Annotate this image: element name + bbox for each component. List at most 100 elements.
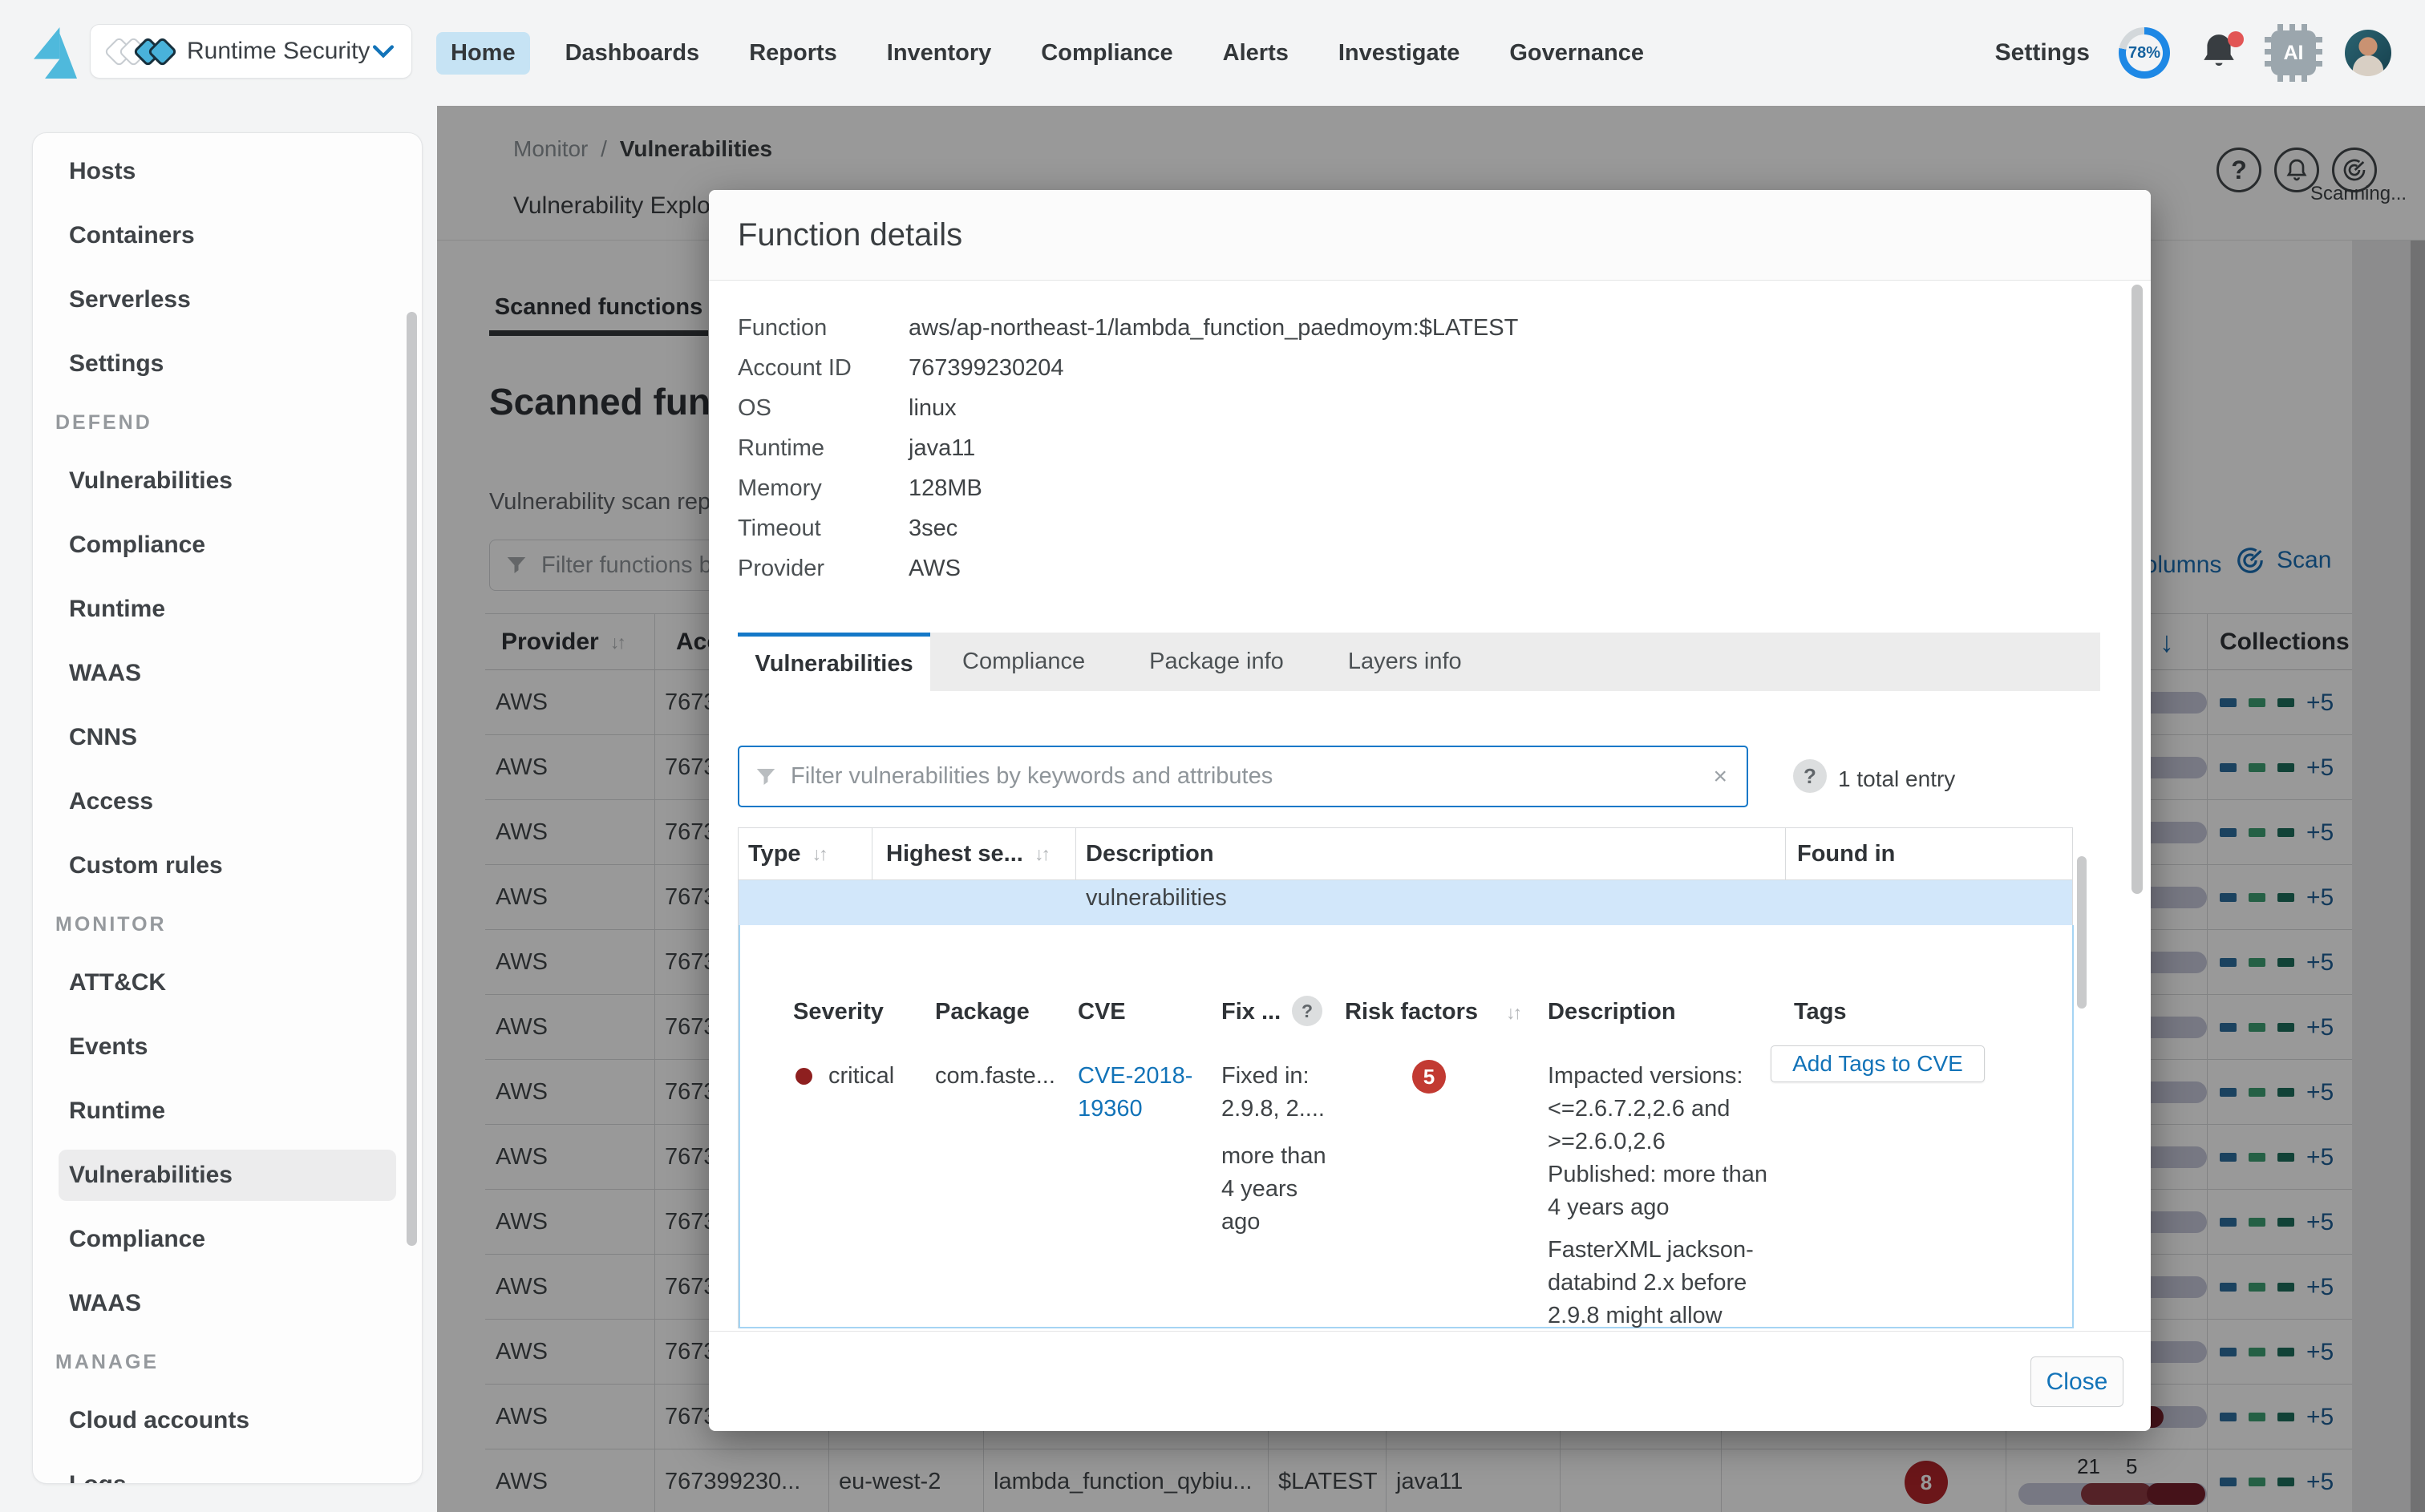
sidebar-item-settings[interactable]: Settings [33, 332, 422, 396]
field-label: Memory [738, 475, 909, 502]
ai-assistant-button[interactable]: AI [2271, 30, 2316, 75]
sidebar-item-vulnerabilities[interactable]: Vulnerabilities [33, 449, 422, 513]
notification-dot [2228, 31, 2244, 47]
field-value: java11 [909, 435, 975, 462]
sidebar-item-waas[interactable]: WAAS [33, 1271, 422, 1336]
filter-help-icon[interactable]: ? [1793, 759, 1827, 793]
text-line: 4 years ago [1548, 1191, 1780, 1224]
top-bar-right: Settings 78% AI [1995, 0, 2391, 106]
column-header-type[interactable]: Type ↓↑ [748, 828, 826, 880]
vulnerability-detail-panel: Severity Package CVE Fix ... ? Risk fact… [739, 925, 2074, 1328]
nav-item-compliance[interactable]: Compliance [1026, 32, 1187, 75]
sidebar-item-waas[interactable]: WAAS [33, 641, 422, 705]
detail-header-risk-factors: Risk factors [1345, 999, 1478, 1025]
sort-icons[interactable]: ↓↑ [1034, 843, 1048, 865]
cve-link[interactable]: CVE-2018- 19360 [1078, 1060, 1192, 1126]
sidebar-item-compliance[interactable]: Compliance [33, 1207, 422, 1271]
product-switcher[interactable]: Runtime Security [90, 24, 412, 79]
sidebar-section-manage: MANAGE [33, 1336, 422, 1389]
modal-tab-package-info[interactable]: Package info [1117, 633, 1316, 691]
nav-item-alerts[interactable]: Alerts [1208, 32, 1303, 75]
vulnerabilities-table: Type ↓↑ Highest se... ↓↑ Description Fou… [738, 827, 2073, 1328]
fix-column-text: Fixed in:2.9.8, 2....more than4 yearsago [1221, 1060, 1326, 1239]
modal-title: Function details [738, 190, 962, 281]
user-avatar[interactable] [2345, 30, 2391, 76]
text-line: FasterXML jackson- [1548, 1234, 1780, 1267]
detail-header-fix: Fix ... [1221, 999, 1281, 1025]
row-description-text: vulnerabilities [1086, 885, 1227, 912]
sidebar-item-cnns[interactable]: CNNS [33, 705, 422, 770]
sort-icons[interactable]: ↓↑ [812, 843, 826, 865]
text-line: 4 years [1221, 1173, 1326, 1206]
column-header-description[interactable]: Description [1086, 828, 1214, 880]
notifications-bell-icon[interactable] [2199, 31, 2242, 75]
column-header-found-in[interactable]: Found in [1797, 828, 1895, 880]
column-header-highest-severity[interactable]: Highest se... ↓↑ [886, 828, 1048, 880]
sidebar-item-runtime[interactable]: Runtime [33, 577, 422, 641]
brand-logo-icon[interactable] [34, 27, 77, 79]
sidebar-item-vulnerabilities[interactable]: Vulnerabilities [59, 1150, 396, 1201]
field-row-function: Functionaws/ap-northeast-1/lambda_functi… [738, 308, 1518, 348]
sidebar-item-compliance[interactable]: Compliance [33, 513, 422, 577]
sidebar-item-serverless[interactable]: Serverless [33, 268, 422, 332]
sidebar-item-custom-rules[interactable]: Custom rules [33, 834, 422, 898]
modal-tabs: VulnerabilitiesCompliancePackage infoLay… [738, 633, 2100, 691]
sort-icons[interactable]: ↓↑ [1506, 1002, 1520, 1024]
clear-filter-icon[interactable]: × [1708, 763, 1732, 790]
chevron-down-icon [373, 45, 394, 58]
vulnerabilities-filter-input[interactable] [791, 763, 1708, 790]
vuln-table-scrollbar[interactable] [2077, 856, 2087, 1009]
modal-scrollbar[interactable] [2131, 285, 2143, 894]
nav-item-inventory[interactable]: Inventory [872, 32, 1006, 75]
description-column-text: Impacted versions:<=2.6.7.2,2.6 and>=2.6… [1548, 1060, 1780, 1332]
nav-item-reports[interactable]: Reports [735, 32, 852, 75]
line-spacer [1221, 1126, 1326, 1140]
text-line: Fixed in: [1221, 1060, 1326, 1093]
sidebar-item-att-ck[interactable]: ATT&CK [33, 951, 422, 1015]
close-button[interactable]: Close [2030, 1356, 2123, 1407]
field-row-memory: Memory128MB [738, 468, 1518, 508]
settings-button[interactable]: Settings [1995, 39, 2090, 67]
nav-item-dashboards[interactable]: Dashboards [551, 32, 715, 75]
modal-tab-vulnerabilities[interactable]: Vulnerabilities [738, 633, 930, 691]
field-label: OS [738, 395, 909, 422]
field-label: Timeout [738, 515, 909, 542]
app-root: Runtime Security Home Dashboards Reports In… [0, 0, 2425, 1512]
detail-header-package: Package [935, 999, 1030, 1025]
modal-tab-layers-info[interactable]: Layers info [1316, 633, 1494, 691]
filter-funnel-icon [754, 765, 778, 789]
sidebar-scrollbar[interactable] [407, 312, 417, 1246]
function-details-modal: Function details Functionaws/ap-northeas… [709, 190, 2151, 1431]
line-spacer [1548, 1224, 1780, 1234]
add-tags-to-cve-button[interactable]: Add Tags to CVE [1771, 1045, 1985, 1082]
risk-factors-count-badge[interactable]: 5 [1412, 1060, 1446, 1094]
nav-item-governance[interactable]: Governance [1495, 32, 1658, 75]
ai-chip-pins [2316, 37, 2322, 69]
top-bar: Runtime Security Home Dashboards Reports In… [0, 0, 2425, 106]
sidebar-section-defend: DEFEND [33, 396, 422, 449]
field-label: Function [738, 315, 909, 342]
modal-tab-compliance[interactable]: Compliance [930, 633, 1117, 691]
text-line: >=2.6.0,2.6 [1548, 1126, 1780, 1158]
text-line: Published: more than [1548, 1158, 1780, 1191]
sidebar-item-access[interactable]: Access [33, 770, 422, 834]
nav-item-investigate[interactable]: Investigate [1324, 32, 1475, 75]
vulnerabilities-filter-wrap: × [738, 746, 1748, 807]
vuln-table-header: Type ↓↑ Highest se... ↓↑ Description Fou… [739, 828, 2072, 880]
text-line: more than [1221, 1140, 1326, 1173]
sidebar-item-events[interactable]: Events [33, 1015, 422, 1079]
fix-help-icon[interactable]: ? [1292, 996, 1322, 1026]
sidebar-item-hosts[interactable]: Hosts [33, 139, 422, 204]
selected-vulnerability-row[interactable]: vulnerabilities [739, 880, 2072, 925]
field-row-account-id: Account ID767399230204 [738, 348, 1518, 388]
sidebar-list: HostsContainersServerlessSettingsDEFENDV… [33, 133, 422, 1484]
sidebar-item-containers[interactable]: Containers [33, 204, 422, 268]
nav-item-home[interactable]: Home [436, 32, 530, 75]
text-line: ago [1221, 1206, 1326, 1239]
progress-ring-badge[interactable]: 78% [2119, 27, 2170, 79]
sidebar-item-logs[interactable]: Logs [33, 1453, 422, 1484]
text-line: 2.9.8 might allow [1548, 1300, 1780, 1332]
sidebar-item-cloud-accounts[interactable]: Cloud accounts [33, 1389, 422, 1453]
field-value: 767399230204 [909, 355, 1064, 382]
sidebar-item-runtime[interactable]: Runtime [33, 1079, 422, 1143]
